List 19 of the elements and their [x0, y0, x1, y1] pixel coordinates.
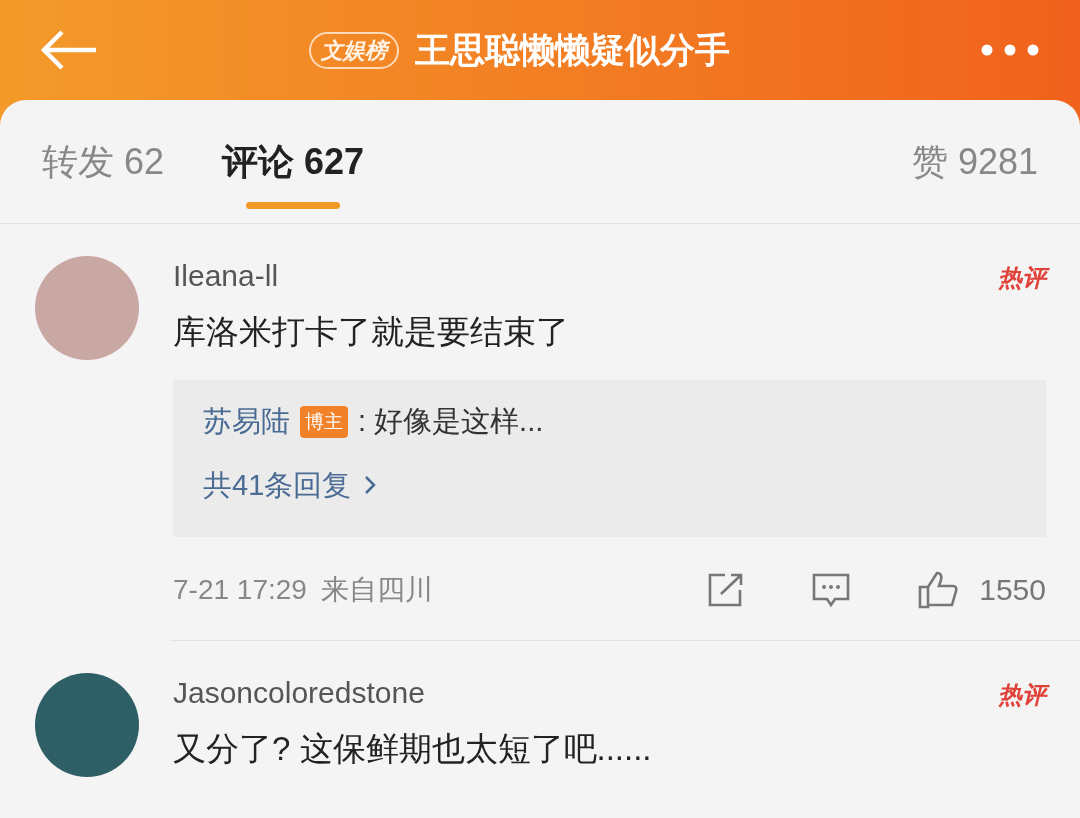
comment-text: 又分了? 这保鲜期也太短了吧......	[173, 729, 653, 769]
tab[interactable]: 评论 627	[222, 140, 365, 209]
comment-location: 来自四川	[320, 572, 433, 607]
thumbs-up-icon[interactable]	[917, 569, 960, 610]
reply-username[interactable]: 苏易陆	[203, 400, 290, 444]
ranking-badge: 文娱榜	[308, 31, 399, 69]
view-replies-link[interactable]: 共41条回复	[203, 463, 352, 507]
comment-time: 7-21 17:29	[173, 572, 307, 607]
page-title: 王思聪懒懒疑似分手	[414, 28, 730, 71]
username[interactable]: Ileana-ll	[173, 258, 279, 294]
username[interactable]: Jasoncoloredstone	[173, 675, 425, 711]
like-count: 1550	[979, 572, 1046, 608]
reply-panel[interactable]: 苏易陆 博主 : 好像是这样... 共41条回复	[173, 380, 1046, 537]
reply-text: : 好像是这样...	[358, 404, 544, 439]
more-options-icon[interactable]	[980, 43, 1040, 57]
back-arrow-icon[interactable]	[40, 29, 98, 71]
author-badge: 博主	[300, 405, 348, 438]
comment-icon[interactable]	[811, 571, 852, 608]
comment-text: 库洛米打卡了就是要结束了	[173, 312, 570, 352]
